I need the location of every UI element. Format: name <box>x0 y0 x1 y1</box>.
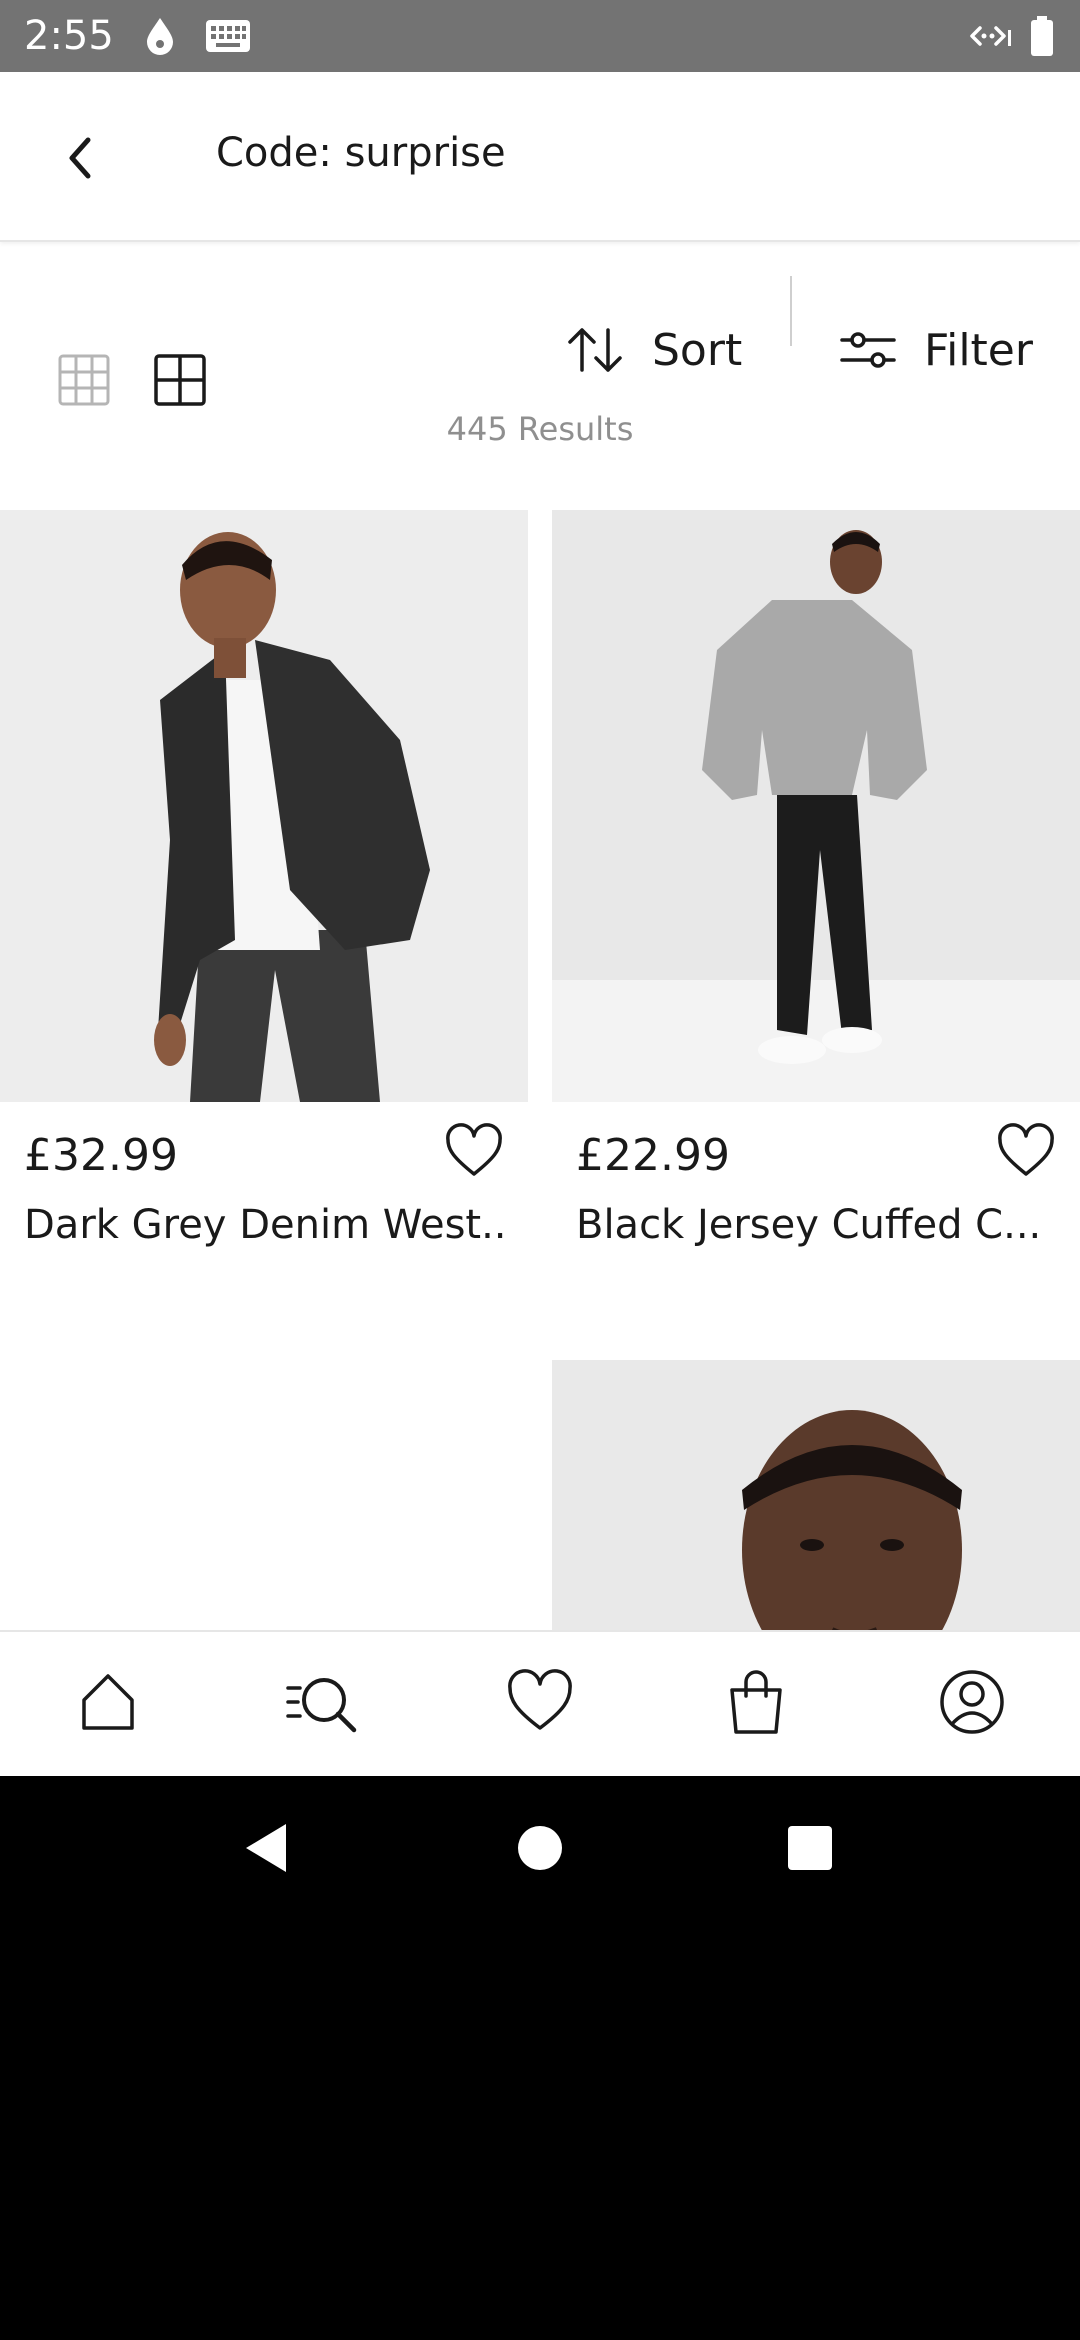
product-price: £22.99 <box>576 1130 730 1181</box>
chevron-left-icon[interactable] <box>50 126 114 190</box>
product-price: £32.99 <box>24 1130 178 1181</box>
app-bar: Code: surprise <box>0 72 1080 242</box>
recents-square-icon[interactable] <box>778 1816 842 1880</box>
filter-sliders-icon <box>840 332 896 368</box>
nav-search[interactable] <box>284 1662 364 1742</box>
heart-icon[interactable] <box>996 1122 1056 1182</box>
product-name: Black Jersey Cuffed C... <box>576 1202 1042 1248</box>
drop-icon <box>147 18 173 55</box>
home-icon <box>82 1674 134 1730</box>
heart-icon <box>508 1669 572 1730</box>
nav-bag[interactable] <box>716 1662 796 1742</box>
product-card[interactable]: £32.99 Dark Grey Denim West... <box>0 510 528 1330</box>
keyboard-icon <box>206 20 250 52</box>
system-navigation <box>0 1776 1080 1920</box>
search-list-icon <box>286 1678 357 1733</box>
status-bar: 2:55 <box>0 0 1080 72</box>
bag-icon <box>730 1670 782 1734</box>
bottom-navigation <box>0 1630 1080 1776</box>
cast-icon <box>970 26 1011 46</box>
filter-button[interactable]: Filter <box>840 308 1033 392</box>
app-screen: Code: surprise Sort Filter 445 Results £… <box>0 72 1080 1776</box>
sort-button[interactable]: Sort <box>564 308 742 392</box>
man-in-grey-sweatshirt-black-joggers-image <box>552 510 1080 1102</box>
sort-label: Sort <box>652 324 743 376</box>
product-image[interactable] <box>0 510 528 1102</box>
product-card[interactable]: £22.99 Black Jersey Cuffed C... <box>552 510 1080 1330</box>
toolbar-divider <box>790 276 792 346</box>
grid-3x3-icon[interactable] <box>56 352 112 408</box>
nav-account[interactable] <box>932 1662 1012 1742</box>
product-name: Dark Grey Denim West... <box>24 1202 504 1248</box>
sort-arrows-icon <box>568 328 622 372</box>
profile-icon <box>940 1670 1004 1734</box>
filter-label: Filter <box>924 324 1033 376</box>
results-count: 445 Results <box>446 410 634 448</box>
status-time: 2:55 <box>24 13 114 59</box>
man-in-black-denim-jacket-image <box>0 510 528 1102</box>
nav-home[interactable] <box>68 1662 148 1742</box>
page-title: Code: surprise <box>216 130 506 176</box>
back-triangle-icon[interactable] <box>236 1816 300 1880</box>
battery-icon <box>1031 16 1053 56</box>
home-circle-icon[interactable] <box>508 1816 572 1880</box>
heart-icon[interactable] <box>444 1122 504 1182</box>
grid-2x2-icon[interactable] <box>152 352 208 408</box>
product-image[interactable] <box>552 510 1080 1102</box>
nav-saved[interactable] <box>500 1662 580 1742</box>
